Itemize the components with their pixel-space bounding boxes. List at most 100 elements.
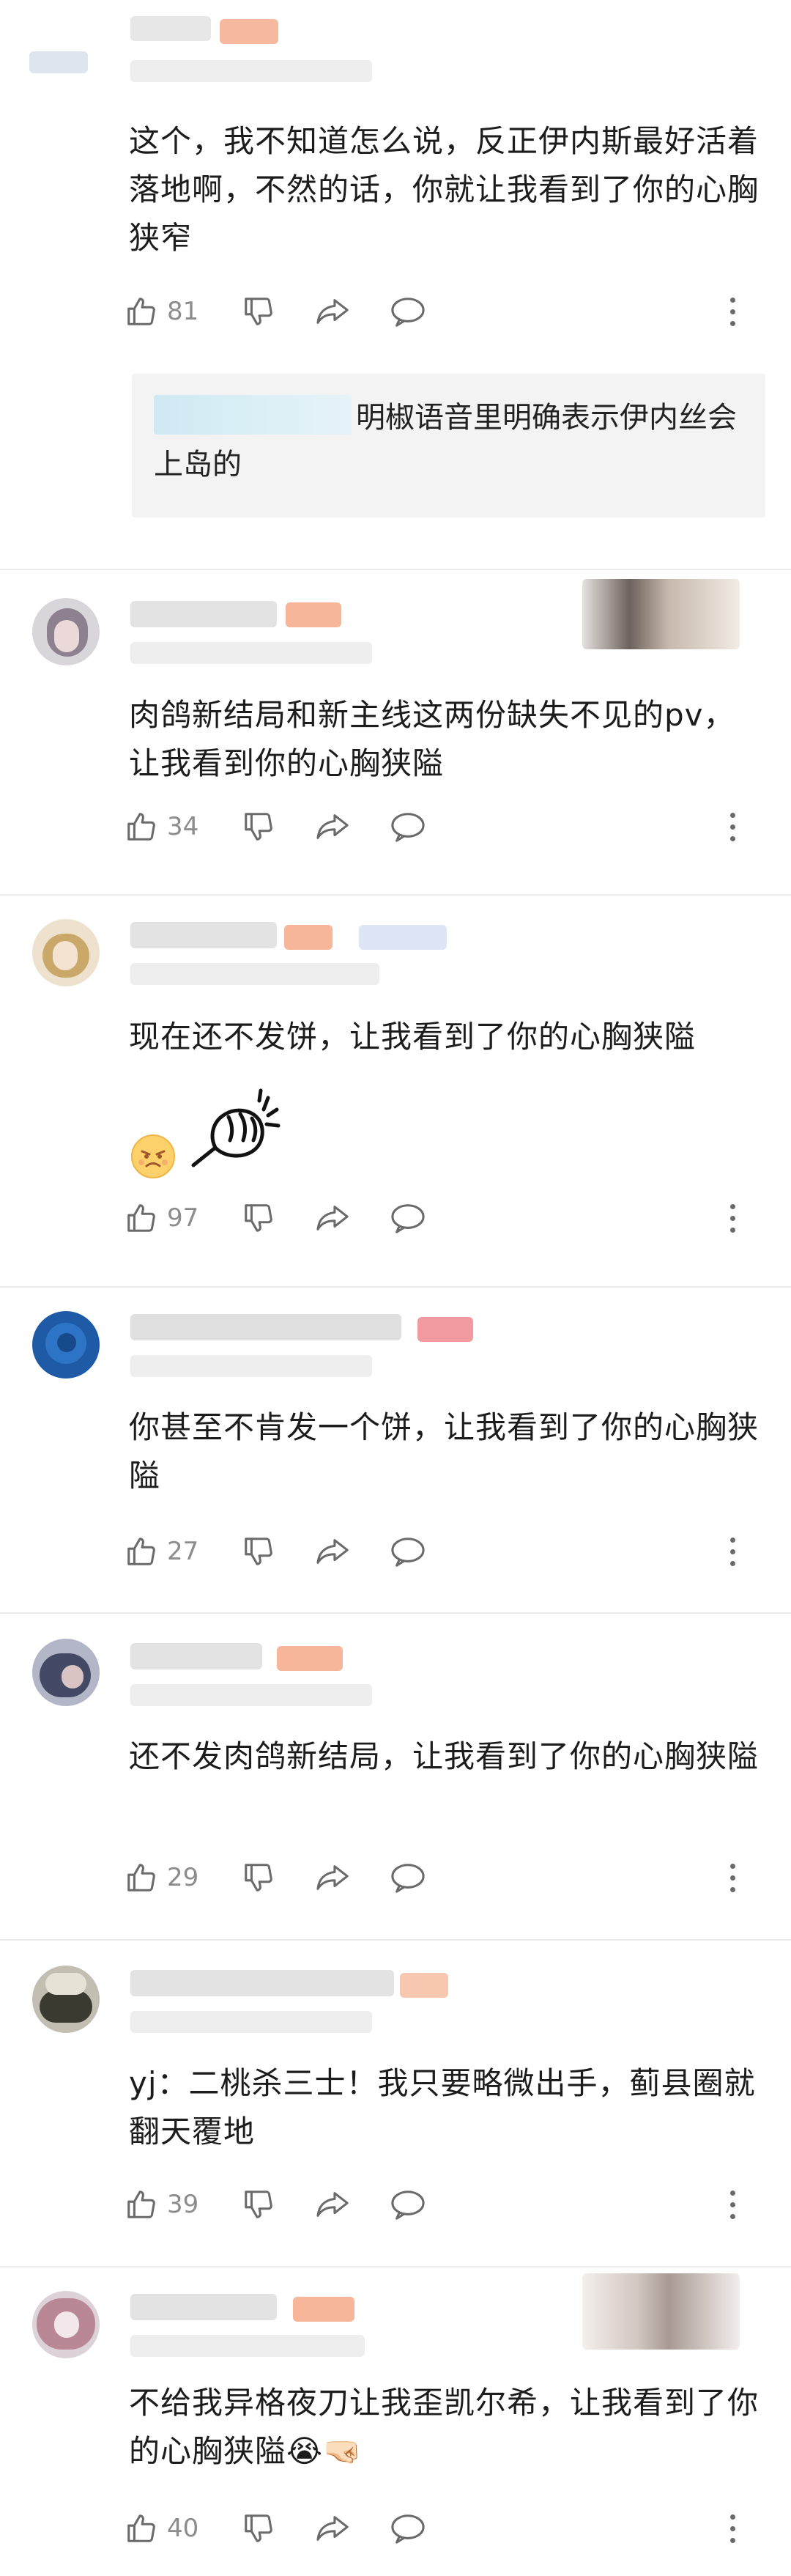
like-count: 39 xyxy=(167,2190,199,2219)
share-button[interactable] xyxy=(315,289,352,333)
comment-icon xyxy=(390,1201,426,1235)
level-badge xyxy=(293,2297,354,2322)
like-button[interactable]: 40 xyxy=(125,2506,198,2550)
reply-button[interactable] xyxy=(390,1856,426,1900)
avatar[interactable] xyxy=(32,919,100,986)
thumbs-down-icon xyxy=(242,810,275,844)
share-button[interactable] xyxy=(315,2506,352,2550)
share-button[interactable] xyxy=(315,1529,352,1573)
like-button[interactable]: 27 xyxy=(125,1529,198,1573)
more-button[interactable] xyxy=(710,289,754,333)
username[interactable] xyxy=(130,16,211,41)
comment-meta xyxy=(130,2335,365,2357)
thumbs-down-icon xyxy=(242,2188,275,2221)
like-button[interactable]: 34 xyxy=(125,805,198,849)
level-badge xyxy=(286,602,341,627)
avatar[interactable] xyxy=(32,598,100,665)
comment-item: yj：二桃杀三士！我只要略微出手，蓟县圈就翻天覆地 39 xyxy=(0,1941,791,2263)
comment-actions: 39 xyxy=(125,2182,754,2226)
level-badge xyxy=(417,1317,473,1342)
share-button[interactable] xyxy=(315,2182,352,2226)
username[interactable] xyxy=(130,601,277,627)
thumbs-down-icon xyxy=(242,1535,275,1568)
more-button[interactable] xyxy=(710,1196,754,1240)
thumbs-up-icon xyxy=(125,295,158,328)
fist-sticker xyxy=(187,1085,290,1176)
more-button[interactable] xyxy=(710,2506,754,2550)
comment-item: 你甚至不肯发一个饼，让我看到了你的心胸狭隘 27 xyxy=(0,1288,791,1610)
comment-icon xyxy=(390,810,426,844)
reply-button[interactable] xyxy=(390,1529,426,1573)
thumbs-down-icon xyxy=(242,2512,275,2545)
dislike-button[interactable] xyxy=(242,1196,275,1240)
thumbs-up-icon xyxy=(125,1535,158,1568)
comment-icon xyxy=(390,1535,426,1568)
username[interactable] xyxy=(130,1314,401,1340)
comment-meta xyxy=(130,2011,372,2033)
avatar[interactable] xyxy=(32,2291,100,2358)
sub-reply[interactable]: 明椒语音里明确表示伊内丝会上岛的 xyxy=(132,374,765,517)
thumbs-up-icon xyxy=(125,1201,158,1235)
share-icon xyxy=(315,295,352,328)
avatar[interactable] xyxy=(32,1966,100,2033)
angry-face-emoji xyxy=(130,1134,176,1182)
like-button[interactable]: 81 xyxy=(125,289,198,333)
reply-button[interactable] xyxy=(390,2182,426,2226)
comment-meta xyxy=(130,1355,372,1377)
thumbs-down-icon xyxy=(242,295,275,328)
like-count: 29 xyxy=(167,1863,199,1892)
like-count: 40 xyxy=(167,2514,199,2543)
avatar[interactable] xyxy=(29,51,88,73)
share-button[interactable] xyxy=(315,1196,352,1240)
dislike-button[interactable] xyxy=(242,1529,275,1573)
dislike-button[interactable] xyxy=(242,289,275,333)
avatar[interactable] xyxy=(32,1311,100,1379)
like-button[interactable]: 39 xyxy=(125,2182,198,2226)
comment-actions: 97 xyxy=(125,1196,754,1240)
like-count: 27 xyxy=(167,1537,199,1566)
comment-actions: 40 xyxy=(125,2506,754,2550)
comment-text: 这个，我不知道怎么说，反正伊内斯最好活着落地啊，不然的话，你就让我看到了你的心胸… xyxy=(129,123,760,256)
share-button[interactable] xyxy=(315,1856,352,1900)
comment-meta xyxy=(130,642,372,664)
like-count: 81 xyxy=(167,297,199,326)
username[interactable] xyxy=(130,1643,262,1669)
thumbs-up-icon xyxy=(125,2188,158,2221)
username[interactable] xyxy=(130,2294,277,2320)
dislike-button[interactable] xyxy=(242,2182,275,2226)
sub-reply-username[interactable] xyxy=(154,395,352,435)
like-button[interactable]: 29 xyxy=(125,1856,198,1900)
dislike-button[interactable] xyxy=(242,805,275,849)
user-medal xyxy=(582,579,740,649)
more-button[interactable] xyxy=(710,1529,754,1573)
username[interactable] xyxy=(130,1970,394,1996)
comment-item: 不给我异格夜刀让我歪凯尔希，让我看到了你的心胸狭隘😭🤜🏻 40 xyxy=(0,2267,791,2576)
comment-icon xyxy=(390,1861,426,1894)
share-button[interactable] xyxy=(315,805,352,849)
thumbs-up-icon xyxy=(125,2512,158,2545)
comment-text: 你甚至不肯发一个饼，让我看到了你的心胸狭隘 xyxy=(129,1409,760,1494)
comment-actions: 34 xyxy=(125,805,754,849)
level-badge xyxy=(284,925,333,950)
comment-meta xyxy=(130,60,372,82)
more-button[interactable] xyxy=(710,805,754,849)
reply-button[interactable] xyxy=(390,289,426,333)
more-button[interactable] xyxy=(710,2182,754,2226)
avatar[interactable] xyxy=(32,1639,100,1706)
reply-button[interactable] xyxy=(390,2506,426,2550)
level-badge xyxy=(277,1646,343,1671)
comment-item: 这个，我不知道怎么说，反正伊内斯最好活着落地啊，不然的话，你就让我看到了你的心胸… xyxy=(0,0,791,572)
comment-item: 现在还不发饼，让我看到了你的心胸狭隘 97 xyxy=(0,896,791,1284)
comment-actions: 29 xyxy=(125,1856,754,1900)
like-button[interactable]: 97 xyxy=(125,1196,198,1240)
share-icon xyxy=(315,1201,352,1235)
reply-button[interactable] xyxy=(390,1196,426,1240)
dislike-button[interactable] xyxy=(242,2506,275,2550)
comment-item: 还不发肉鸽新结局，让我看到了你的心胸狭隘 29 xyxy=(0,1614,791,1936)
more-button[interactable] xyxy=(710,1856,754,1900)
username[interactable] xyxy=(130,922,277,948)
thumbs-up-icon xyxy=(125,1861,158,1894)
share-icon xyxy=(315,2188,352,2221)
dislike-button[interactable] xyxy=(242,1856,275,1900)
reply-button[interactable] xyxy=(390,805,426,849)
